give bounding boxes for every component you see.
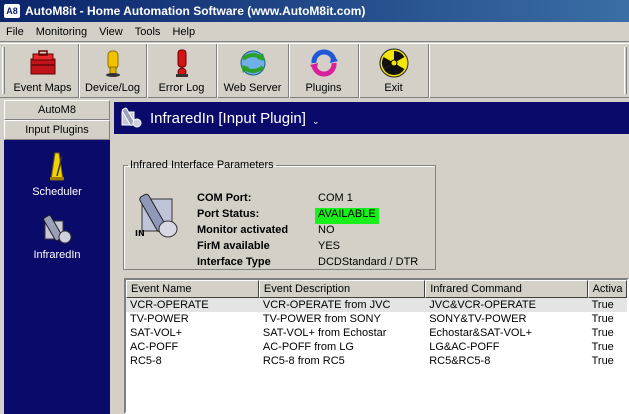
param-label: COM Port:	[197, 192, 252, 204]
web-server-icon	[237, 47, 269, 79]
param-label: FirM available	[197, 240, 270, 252]
event-maps-button[interactable]: Event Maps	[7, 44, 79, 98]
toolbar-grip[interactable]	[2, 47, 5, 94]
cell-event-name: RC5-8	[130, 355, 162, 367]
param-interface-type: Interface Type DCDStandard / DTR	[197, 256, 421, 272]
infrared-params-group: Infrared Interface Parameters IN COM Por…	[123, 159, 436, 270]
cell-event-description: SAT-VOL+ from Echostar	[262, 327, 387, 339]
cell-event-description: VCR-OPERATE from JVC	[262, 299, 391, 311]
menu-bar: File Monitoring View Tools Help	[0, 22, 629, 42]
cell-infrared-command: LG&AC-POFF	[429, 341, 500, 353]
toolbox-icon	[27, 47, 59, 79]
exit-label: Exit	[384, 82, 403, 94]
cell-infrared-command: SONY&TV-POWER	[429, 313, 527, 325]
menu-monitoring[interactable]: Monitoring	[30, 26, 93, 38]
menu-help[interactable]: Help	[166, 26, 201, 38]
web-server-button[interactable]: Web Server	[217, 44, 289, 98]
remote-control-icon	[41, 213, 73, 245]
title-bar: A8 AutoM8it - Home Automation Software (…	[0, 0, 629, 22]
cell-event-name: SAT-VOL+	[130, 327, 183, 339]
cell-activated: True	[591, 355, 614, 367]
plugins-label: Plugins	[305, 82, 342, 94]
menu-tools[interactable]: Tools	[129, 26, 167, 38]
error-log-icon	[166, 47, 198, 79]
param-label: Interface Type	[197, 256, 271, 268]
device-log-button[interactable]: Device/Log	[79, 44, 147, 98]
table-header: Event Name Event Description Infrared Co…	[126, 280, 627, 298]
table-row[interactable]: RC5-8 RC5-8 from RC5 RC5&RC5-8 True	[126, 354, 627, 368]
cell-activated: True	[591, 313, 614, 325]
window-title: AutoM8it - Home Automation Software (www…	[25, 4, 366, 18]
web-server-label: Web Server	[223, 82, 282, 94]
params-legend: Infrared Interface Parameters	[130, 159, 274, 171]
cell-activated: True	[591, 327, 614, 339]
plugins-button[interactable]: Plugins	[289, 44, 359, 98]
port-status-badge: AVAILABLE	[315, 208, 379, 224]
plugin-header: InfraredIn [Input Plugin] ⌄	[114, 102, 629, 134]
param-value: YES	[318, 240, 341, 252]
menu-view[interactable]: View	[93, 26, 129, 38]
main-panel: InfraredIn [Input Plugin] ⌄ Infrared Int…	[114, 100, 629, 414]
device-log-icon	[97, 47, 129, 79]
table-row[interactable]: SAT-VOL+ SAT-VOL+ from Echostar Echostar…	[126, 326, 627, 340]
chevron-down-icon[interactable]: ⌄	[312, 116, 320, 127]
events-table: Event Name Event Description Infrared Co…	[124, 278, 629, 414]
table-row[interactable]: AC-POFF AC-POFF from LG LG&AC-POFF True	[126, 340, 627, 354]
menu-file[interactable]: File	[0, 26, 30, 38]
param-com-port: COM Port: COM 1	[197, 192, 356, 208]
cell-event-name: VCR-OPERATE	[130, 299, 209, 311]
column-header-infrared-command[interactable]: Infrared Command	[425, 280, 588, 298]
toolbar: Event Maps Device/Log Error Log Web Serv…	[0, 43, 629, 98]
sidebar-item-label: Scheduler	[32, 186, 82, 198]
sidebar-panel: Scheduler InfraredIn	[4, 140, 110, 414]
param-value: DCDStandard / DTR	[318, 256, 419, 268]
plugins-icon	[308, 47, 340, 79]
cell-event-description: RC5-8 from RC5	[262, 355, 345, 367]
plugin-title: InfraredIn [Input Plugin]	[150, 109, 306, 127]
event-maps-label: Event Maps	[13, 82, 72, 94]
exit-radiation-icon	[378, 47, 410, 79]
param-label: Monitor activated	[197, 224, 289, 236]
toolbar-end-grip[interactable]	[624, 47, 627, 94]
param-value: COM 1	[318, 192, 353, 204]
column-header-event-name[interactable]: Event Name	[126, 280, 259, 298]
param-value: NO	[318, 224, 335, 236]
param-port-status: Port Status: AVAILABLE	[197, 208, 379, 224]
sidebar-item-infraredin[interactable]: InfraredIn	[4, 213, 110, 261]
sidebar-item-label: InfraredIn	[33, 249, 81, 261]
cell-event-description: AC-POFF from LG	[262, 341, 354, 353]
param-label: Port Status:	[197, 208, 260, 220]
sidebar-item-scheduler[interactable]: Scheduler	[4, 150, 110, 198]
column-header-event-description[interactable]: Event Description	[258, 280, 426, 298]
cell-activated: True	[591, 341, 614, 353]
cell-infrared-command: JVC&VCR-OPERATE	[429, 299, 536, 311]
exit-button[interactable]: Exit	[359, 44, 429, 98]
column-header-activated[interactable]: Activa	[587, 280, 627, 298]
device-log-label: Device/Log	[84, 82, 141, 94]
param-firm-available: FirM available YES	[197, 240, 343, 256]
table-row[interactable]: VCR-OPERATE VCR-OPERATE from JVC JVC&VCR…	[126, 298, 627, 312]
cell-event-name: AC-POFF	[130, 341, 179, 353]
app-icon[interactable]: A8	[4, 4, 20, 18]
error-log-button[interactable]: Error Log	[147, 44, 217, 98]
svg-text:IN: IN	[135, 229, 145, 238]
param-monitor-activated: Monitor activated NO	[197, 224, 338, 240]
infrared-interface-icon: IN	[132, 191, 180, 241]
tab-automate[interactable]: AutoM8	[4, 100, 110, 120]
cell-event-name: TV-POWER	[130, 313, 189, 325]
cell-infrared-command: RC5&RC5-8	[429, 355, 491, 367]
remote-control-icon	[120, 107, 142, 129]
error-log-label: Error Log	[158, 82, 205, 94]
table-row[interactable]: TV-POWER TV-POWER from SONY SONY&TV-POWE…	[126, 312, 627, 326]
tab-input-plugins[interactable]: Input Plugins	[4, 120, 110, 140]
metronome-icon	[41, 150, 73, 182]
sidebar: AutoM8 Input Plugins Scheduler InfraredI…	[4, 100, 110, 414]
cell-event-description: TV-POWER from SONY	[262, 313, 381, 325]
cell-infrared-command: Echostar&SAT-VOL+	[429, 327, 533, 339]
cell-activated: True	[591, 299, 614, 311]
